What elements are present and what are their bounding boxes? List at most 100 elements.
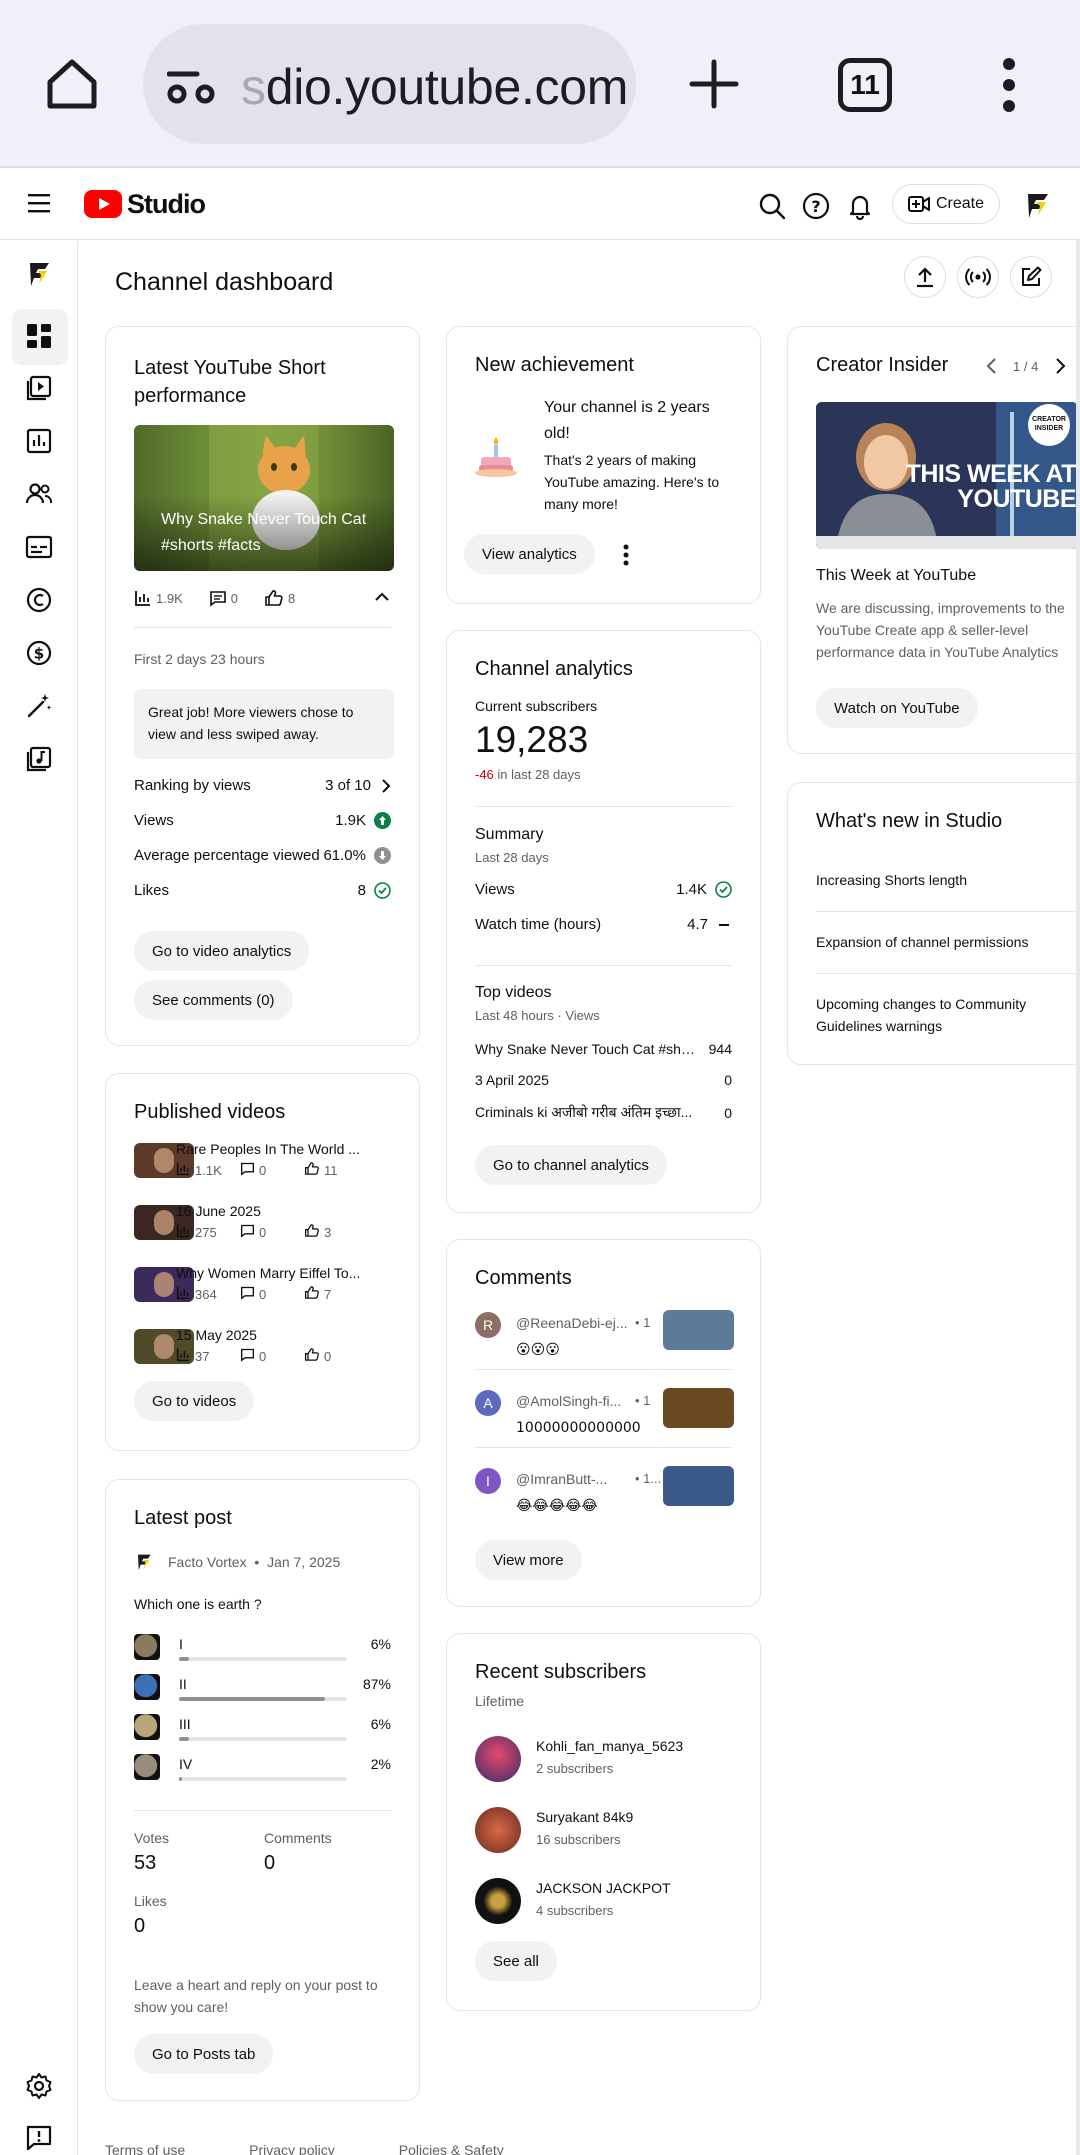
commenter-name[interactable]: @ReenaDebi-ej...: [516, 1315, 631, 1331]
more-vert-icon[interactable]: [622, 544, 630, 566]
whats-new-item[interactable]: Increasing Shorts length: [816, 869, 1071, 891]
community-icon[interactable]: [24, 479, 54, 509]
create-post-button[interactable]: [1010, 256, 1052, 298]
short-stats: 1.9K 0 8: [134, 589, 295, 607]
video-stats: 1.1K 0 11: [176, 1161, 364, 1179]
settings-icon[interactable]: [24, 2071, 54, 2101]
see-comments-button[interactable]: See comments (0): [134, 980, 293, 1020]
subscriber-avatar[interactable]: [475, 1878, 521, 1924]
notifications-icon[interactable]: [846, 192, 874, 220]
ranking-row[interactable]: Ranking by views 3 of 10: [134, 777, 391, 794]
likes-row: Likes 8: [134, 882, 391, 899]
create-button[interactable]: Create: [892, 184, 1000, 224]
comment-video-thumbnail[interactable]: [663, 1466, 734, 1506]
whats-new-item[interactable]: Upcoming changes to Community Guidelines…: [816, 993, 1071, 1037]
top-video-views: 944: [708, 1041, 732, 1057]
commenter-avatar[interactable]: R: [475, 1312, 501, 1338]
subscribers-label: Current subscribers: [475, 698, 598, 714]
post-channel-name[interactable]: Facto Vortex: [168, 1554, 247, 1570]
terms-link[interactable]: Terms of use: [105, 2142, 185, 2155]
feedback-icon[interactable]: [24, 2123, 54, 2153]
search-icon[interactable]: [758, 192, 786, 220]
post-date: Jan 7, 2025: [267, 1554, 341, 1570]
view-analytics-button[interactable]: View analytics: [464, 534, 595, 574]
scrollbar[interactable]: [1076, 240, 1080, 2155]
policies-link[interactable]: Policies & Safety: [399, 2142, 504, 2155]
subtitles-icon[interactable]: [24, 532, 54, 562]
poll-option-label: II: [179, 1676, 187, 1692]
studio-logo[interactable]: Studio: [84, 187, 206, 221]
site-settings-icon[interactable]: [167, 62, 215, 106]
video-stats: 37 0 0: [176, 1347, 364, 1365]
birthday-cake-icon: [475, 437, 517, 477]
copyright-icon[interactable]: [24, 585, 54, 615]
short-thumbnail[interactable]: Why Snake Never Touch Cat #shorts #facts: [134, 425, 394, 571]
subscriber-name[interactable]: JACKSON JACKPOT: [536, 1880, 671, 1896]
poll-bar: [179, 1697, 347, 1701]
card-title: Latest YouTube Short performance: [134, 357, 326, 407]
comment-video-thumbnail[interactable]: [663, 1310, 734, 1350]
insider-video-title[interactable]: This Week at YouTube: [816, 567, 976, 585]
customization-icon[interactable]: [24, 691, 54, 721]
commenter-name[interactable]: @AmolSingh-fi...: [516, 1393, 631, 1409]
ranking-label: Ranking by views: [134, 777, 251, 794]
subscriber-count: 4 subscribers: [536, 1903, 614, 1918]
top-video-row[interactable]: 3 April 2025 0: [475, 1072, 732, 1088]
comment-video-thumbnail[interactable]: [663, 1388, 734, 1428]
top-video-row[interactable]: Why Snake Never Touch Cat #sho... 944: [475, 1041, 732, 1057]
dashboard-icon[interactable]: [24, 321, 54, 351]
poll-bar-fill: [179, 1777, 183, 1781]
home-icon[interactable]: [42, 54, 102, 114]
card-title: Recent subscribers: [475, 1661, 647, 1683]
watch-on-youtube-button[interactable]: Watch on YouTube: [816, 688, 978, 728]
watch-time-label: Watch time (hours): [475, 916, 602, 933]
analytics-icon[interactable]: [24, 426, 54, 456]
content-icon[interactable]: [24, 373, 54, 403]
commenter-avatar[interactable]: I: [475, 1468, 501, 1494]
insider-thumbnail[interactable]: CREATOR INSIDER THIS WEEK AT YOUTUBE: [816, 402, 1078, 549]
earn-icon[interactable]: $: [24, 638, 54, 668]
top-video-title: Criminals ki अजीबो गरीब अंतिम इच्छा...: [475, 1104, 693, 1120]
subscriber-avatar[interactable]: [475, 1807, 521, 1853]
svg-text:?: ?: [811, 197, 820, 216]
video-title[interactable]: 16 June 2025: [176, 1203, 376, 1219]
subscriber-avatar[interactable]: [475, 1736, 521, 1782]
upload-button[interactable]: [904, 256, 946, 298]
create-label: Create: [935, 195, 985, 212]
new-tab-icon[interactable]: [688, 58, 740, 110]
go-to-video-analytics-button[interactable]: Go to video analytics: [134, 931, 310, 971]
subscriber-count: 16 subscribers: [536, 1832, 621, 1847]
audio-library-icon[interactable]: [24, 744, 54, 774]
chevron-left-icon[interactable]: [984, 357, 998, 375]
see-all-button[interactable]: See all: [475, 1941, 557, 1981]
go-to-posts-tab-button[interactable]: Go to Posts tab: [134, 2034, 274, 2074]
chevron-right-icon[interactable]: [1054, 357, 1068, 375]
whats-new-item[interactable]: Expansion of channel permissions: [816, 931, 1071, 953]
go-to-videos-button[interactable]: Go to videos: [134, 1381, 255, 1421]
view-more-button[interactable]: View more: [475, 1540, 582, 1580]
video-title[interactable]: 15 May 2025: [176, 1327, 376, 1343]
subscriber-name[interactable]: Suryakant 84k9: [536, 1809, 633, 1825]
more-vert-icon[interactable]: [994, 58, 1024, 112]
privacy-link[interactable]: Privacy policy: [249, 2142, 335, 2155]
go-live-button[interactable]: [957, 256, 999, 298]
commenter-avatar[interactable]: A: [475, 1390, 501, 1416]
divider: [475, 806, 732, 807]
upload-icon: [917, 267, 933, 288]
chevron-up-icon[interactable]: [374, 591, 390, 603]
poll-option-label: IV: [179, 1756, 193, 1772]
subscriber-name[interactable]: Kohli_fan_manya_5623: [536, 1738, 683, 1754]
views-icon: [176, 1347, 191, 1365]
menu-icon[interactable]: [28, 192, 54, 214]
channel-avatar[interactable]: [1020, 188, 1054, 222]
address-bar[interactable]: sdio.youtube.com: [143, 24, 636, 144]
help-icon[interactable]: ?: [802, 192, 830, 220]
video-title[interactable]: Rare Peoples In The World ...: [176, 1141, 376, 1157]
commenter-name[interactable]: @ImranButt-...: [516, 1471, 631, 1487]
video-title[interactable]: Why Women Marry Eiffel To...: [176, 1265, 376, 1281]
tab-switcher-button[interactable]: 11: [838, 58, 892, 112]
video-comments-count: 0: [259, 1162, 267, 1178]
top-video-row[interactable]: Criminals ki अजीबो गरीब अंतिम इच्छा... 0: [475, 1103, 732, 1122]
go-to-channel-analytics-button[interactable]: Go to channel analytics: [475, 1145, 667, 1185]
channel-avatar-icon[interactable]: [24, 259, 54, 289]
